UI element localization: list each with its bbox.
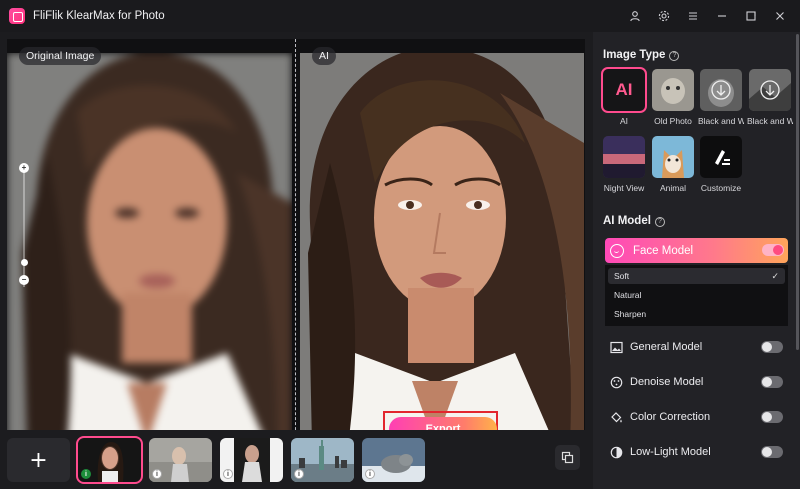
zoom-slider-handle[interactable] [21, 259, 28, 266]
thumbnail-statue-of-liberty[interactable]: i [291, 438, 354, 482]
copy-icon [561, 451, 574, 464]
app-title: FliFlik KlearMax for Photo [33, 10, 165, 22]
image-type-label: Animal [660, 183, 686, 193]
zoom-slider-track[interactable] [23, 167, 25, 287]
customize-icon [700, 136, 742, 178]
status-info-icon: i [223, 469, 233, 479]
title-bar: FliFlik KlearMax for Photo [0, 0, 800, 32]
image-type-ai[interactable]: AI AI [601, 67, 647, 126]
ai-image-label: AI [312, 47, 336, 65]
denoise-model-toggle[interactable] [761, 376, 783, 388]
low-light-model-toggle[interactable] [761, 446, 783, 458]
face-smile-icon [610, 243, 624, 258]
status-info-icon: i [294, 469, 304, 479]
image-type-title: Image Type? [603, 49, 680, 61]
maximize-icon[interactable] [736, 0, 765, 32]
user-icon[interactable] [620, 0, 649, 32]
face-option-soft[interactable]: Soft ✓ [608, 268, 785, 284]
face-model-row[interactable]: Face Model [605, 238, 788, 263]
black-and-white-thumb [700, 69, 742, 111]
thumbnail-portrait-woman[interactable]: i [76, 436, 143, 484]
compare-divider[interactable] [295, 39, 296, 455]
window-controls [620, 0, 794, 32]
gear-icon[interactable] [649, 0, 678, 32]
thumbnail-seal[interactable]: i [362, 438, 425, 482]
ai-enhanced-image [300, 53, 584, 445]
ai-tile-icon: AI [601, 67, 647, 113]
image-type-night-view[interactable]: Night View [603, 136, 645, 193]
animal-thumb [652, 136, 694, 178]
zoom-in-button[interactable]: + [19, 163, 29, 173]
zoom-out-button[interactable]: − [19, 275, 29, 285]
face-model-toggle[interactable] [762, 244, 784, 256]
model-row-general[interactable]: General Model [609, 337, 785, 357]
comparison-canvas: Original Image + − AI [7, 39, 585, 455]
paint-bucket-icon [609, 410, 623, 424]
black-and-white-thumb [749, 69, 791, 111]
status-ok-icon: i [81, 469, 91, 479]
model-label: Low-Light Model [630, 446, 711, 458]
image-type-customize[interactable]: Customize [700, 136, 742, 193]
minimize-icon[interactable] [707, 0, 736, 32]
face-model-options: Soft ✓ Natural Sharpen [605, 265, 788, 326]
app-logo-icon [9, 8, 25, 24]
color-correction-toggle[interactable] [761, 411, 783, 423]
add-image-button[interactable]: + [7, 438, 70, 482]
image-type-black-and-white-2[interactable]: Black and White [747, 69, 793, 126]
image-type-animal[interactable]: Animal [652, 136, 694, 193]
menu-icon[interactable] [678, 0, 707, 32]
thumbnail-woman-dark[interactable]: i [220, 438, 283, 482]
image-type-label: Customize [700, 183, 742, 193]
model-row-low-light[interactable]: Low-Light Model [609, 442, 785, 462]
compare-view-button[interactable] [555, 445, 580, 470]
model-label: General Model [630, 341, 703, 353]
sidebar-scrollbar[interactable] [796, 34, 799, 350]
image-type-label: AI [619, 116, 629, 126]
status-info-icon: i [365, 469, 375, 479]
thumbnail-woman-outdoors[interactable]: i [149, 438, 212, 482]
preview-area: Original Image + − AI Export [0, 32, 593, 489]
image-type-old-photo[interactable]: Old Photo [652, 69, 694, 126]
face-model-label: Face Model [633, 244, 694, 257]
help-icon[interactable]: ? [669, 51, 680, 61]
close-icon[interactable] [765, 0, 794, 32]
model-row-denoise[interactable]: Denoise Model [609, 372, 785, 392]
denoise-icon [609, 375, 623, 389]
image-type-label: Black and White [747, 116, 793, 126]
image-type-label: Black and White [698, 116, 744, 126]
original-image-label: Original Image [19, 47, 102, 65]
model-label: Color Correction [630, 411, 711, 423]
general-model-toggle[interactable] [761, 341, 783, 353]
status-info-icon: i [152, 469, 162, 479]
model-row-color-correction[interactable]: Color Correction [609, 407, 785, 427]
night-view-thumb [603, 136, 645, 178]
contrast-icon [609, 445, 623, 459]
image-type-black-and-white-1[interactable]: Black and White [698, 69, 744, 126]
check-icon: ✓ [771, 271, 779, 281]
ai-model-title: AI Model? [603, 215, 665, 227]
old-photo-thumb [652, 69, 694, 111]
help-icon[interactable]: ? [654, 217, 665, 227]
original-image [7, 53, 292, 445]
thumbnail-strip: + i i i i i [0, 430, 593, 489]
image-type-label: Night View [603, 183, 645, 193]
image-type-label: Old Photo [654, 116, 692, 126]
face-option-natural[interactable]: Natural [608, 287, 785, 303]
model-label: Denoise Model [630, 376, 704, 388]
image-icon [609, 340, 623, 354]
face-option-sharpen[interactable]: Sharpen [608, 306, 785, 322]
